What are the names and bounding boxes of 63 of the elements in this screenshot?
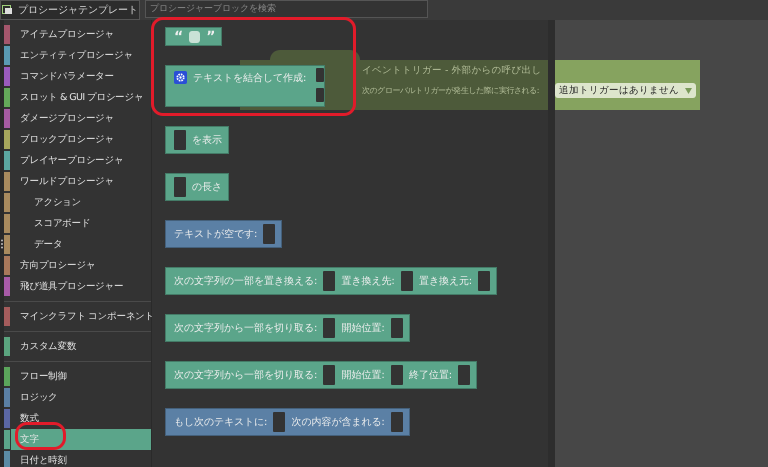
text-field[interactable]	[189, 30, 200, 42]
category-item[interactable]: アクション	[11, 192, 151, 213]
block-label: 開始位置:	[341, 322, 385, 335]
category-item[interactable]: フロー制御	[11, 366, 151, 387]
scrollbar[interactable]	[548, 20, 555, 467]
input-socket	[316, 68, 324, 82]
block-label: 終了位置:	[408, 368, 452, 382]
input-socket	[273, 412, 286, 432]
category-item[interactable]: 方向プロシージャ	[11, 255, 151, 276]
input-socket	[316, 88, 324, 102]
category-item[interactable]: マインクラフト コンポーネント	[11, 306, 154, 327]
category-item[interactable]: カスタム変数	[11, 336, 151, 357]
block-label: 開始位置:	[341, 368, 385, 382]
input-socket	[174, 177, 186, 197]
dropdown-caret-icon	[685, 88, 692, 94]
input-socket	[323, 271, 336, 291]
block-label: “	[174, 28, 184, 44]
block-label: の長さ	[192, 181, 222, 194]
input-socket	[400, 271, 413, 291]
gear-icon[interactable]	[174, 71, 187, 84]
category-item[interactable]: プレイヤープロシージャ	[11, 150, 151, 171]
input-socket	[323, 365, 336, 385]
block-label: 次の文字列から一部を切り取る:	[174, 368, 318, 382]
category-item[interactable]: 飛び道具プロシージャー	[11, 276, 151, 297]
event-title: イベントトリガー - 外部からの呼び出し	[362, 64, 542, 77]
search-field[interactable]: プロシージャーブロックを検索	[145, 0, 428, 18]
drag-handle-icon[interactable]	[0, 238, 4, 248]
category-item[interactable]: データ	[11, 234, 151, 255]
input-socket	[263, 224, 276, 244]
block-label: 次の文字列の一部を置き換える:	[174, 274, 318, 288]
category-item[interactable]: エンティティプロシージャ	[11, 45, 151, 66]
input-socket	[458, 365, 470, 385]
category-item[interactable]: コマンドパラメーター	[11, 66, 151, 87]
block-label: ”	[206, 28, 216, 44]
block-label: テキストが空です:	[174, 228, 258, 241]
category-item[interactable]: スコアボード	[11, 213, 151, 234]
input-socket	[390, 365, 403, 385]
category-item[interactable]: ダメージプロシージャ	[11, 108, 151, 129]
code-block[interactable]: もし次のテキストに: 次の内容が含まれる:	[165, 408, 410, 436]
block-label: 置き換え先:	[341, 274, 395, 288]
category-item[interactable]: スロット & GUI プロシージャ	[11, 87, 151, 108]
category-item[interactable]: ブロックプロシージャ	[11, 129, 151, 150]
input-socket	[478, 271, 490, 291]
code-block[interactable]: テキストが空です:	[165, 220, 282, 248]
template-button[interactable]: プロシージャテンプレート	[0, 0, 140, 20]
block-label: 置き換え元:	[418, 274, 472, 288]
highlight-outline	[15, 422, 66, 450]
input-socket	[174, 130, 186, 150]
template-icon	[2, 5, 13, 15]
input-socket	[390, 318, 403, 338]
trigger-dropdown[interactable]: 追加トリガーはありません	[555, 83, 696, 98]
block-label: 次の文字列から一部を切り取る:	[174, 322, 318, 335]
input-socket	[390, 412, 403, 432]
event-description: 次のグローバルトリガーが発生した際に実行される:	[362, 85, 540, 96]
block-label: 次の内容が含まれる:	[291, 416, 385, 429]
category-item[interactable]: 数式	[11, 408, 151, 429]
category-item[interactable]: ワールドプロシージャ	[11, 171, 151, 192]
category-item[interactable]: 日付と時刻	[11, 450, 151, 467]
input-socket	[323, 318, 336, 338]
block-label: を表示	[192, 134, 222, 147]
block-label: もし次のテキストに:	[174, 416, 268, 429]
category-item[interactable]: アイテムプロシージャ	[11, 24, 151, 45]
category-item[interactable]: ロジック	[11, 387, 151, 408]
